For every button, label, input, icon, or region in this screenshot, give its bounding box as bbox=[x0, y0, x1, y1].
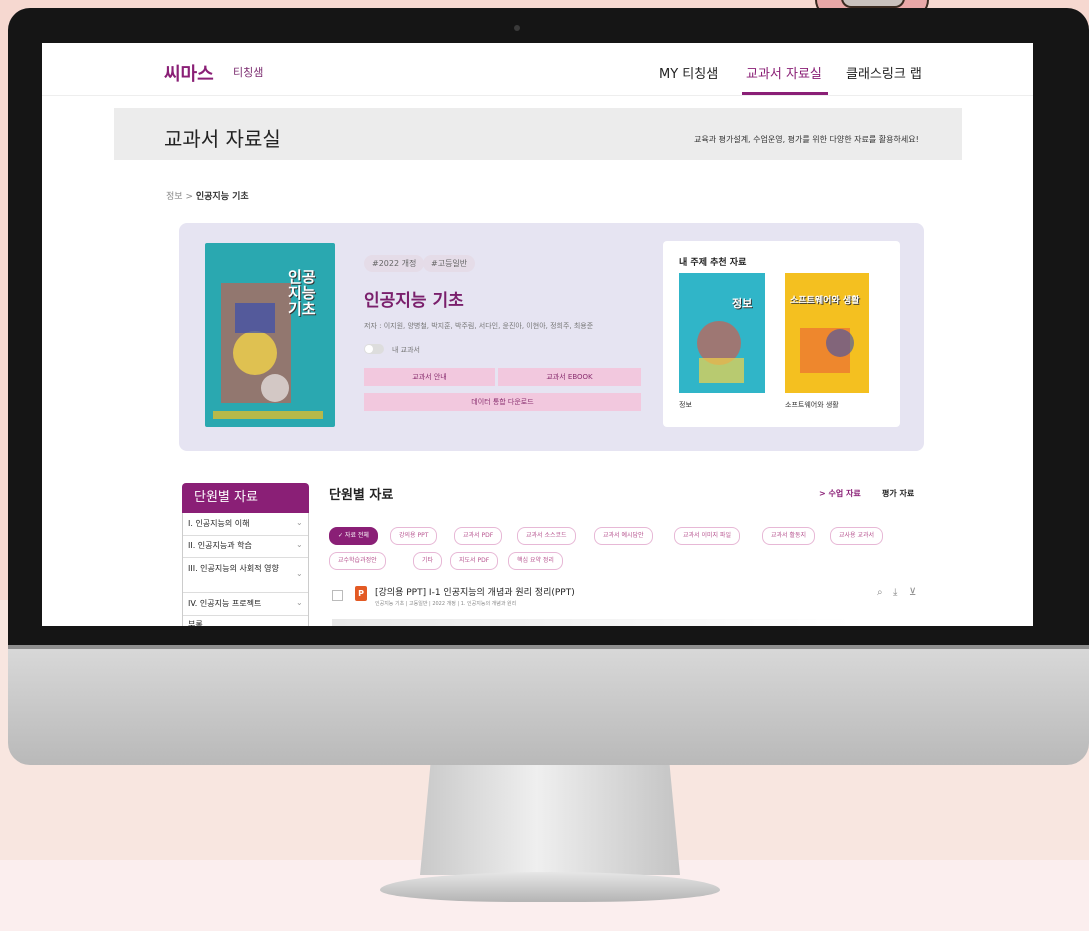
recommend-book-cover[interactable] bbox=[785, 273, 869, 393]
nav-textbook-library[interactable]: 교과서 자료실 bbox=[746, 63, 822, 82]
recommend-book-label[interactable]: 정보 bbox=[679, 400, 692, 410]
assessment-materials-link[interactable]: 평가 자료 bbox=[882, 488, 914, 499]
sidebar-item-unit-4[interactable]: IV. 인공지능 프로젝트 bbox=[188, 598, 303, 609]
recommend-book-title: 정보 bbox=[732, 297, 753, 310]
sidebar-divider bbox=[183, 535, 308, 536]
book-cover-title: 인공지능 기초 bbox=[288, 268, 316, 318]
filter-other[interactable]: 기타 bbox=[413, 552, 443, 570]
nav-my-teachingsam[interactable]: MY 티칭샘 bbox=[659, 63, 718, 82]
magnifier-icon[interactable]: ⌕ bbox=[877, 587, 883, 598]
sidebar-item-unit-2[interactable]: II. 인공지능과 학습 bbox=[188, 540, 303, 551]
my-textbook-label: 내 교과서 bbox=[392, 346, 420, 354]
material-meta: 인공지능 기초 | 고등일반 | 2022 개정 | 1. 인공지능의 개념과 … bbox=[375, 601, 517, 607]
class-materials-link[interactable]: > 수업 자료 bbox=[819, 488, 861, 499]
filter-all[interactable]: ✓ 자료 전체 bbox=[329, 527, 378, 545]
filter-source-code[interactable]: 교과서 소스코드 bbox=[517, 527, 576, 545]
filter-summary[interactable]: 핵심 요약 정리 bbox=[508, 552, 563, 570]
ppt-file-icon: P bbox=[355, 586, 367, 601]
chevron-down-icon[interactable]: ⌄ bbox=[296, 540, 303, 549]
camera-dot bbox=[514, 25, 520, 31]
chevron-down-icon[interactable]: ⌄ bbox=[296, 518, 303, 527]
textbook-guide-button[interactable]: 교과서 안내 bbox=[364, 368, 495, 386]
my-textbook-toggle[interactable] bbox=[364, 344, 384, 354]
sidebar-divider bbox=[183, 592, 308, 593]
textbook-ebook-button[interactable]: 교과서 EBOOK bbox=[498, 368, 641, 386]
filter-textbook-pdf[interactable]: 교과서 PDF bbox=[454, 527, 503, 545]
book-name: 인공지능 기초 bbox=[364, 291, 464, 311]
nav-active-underline bbox=[742, 92, 828, 95]
sidebar-item-appendix[interactable]: 부록 bbox=[188, 619, 303, 626]
sidebar-divider bbox=[183, 615, 308, 616]
page-description: 교육과 평가설계, 수업운영, 평가를 위한 다양한 자료를 활용하세요! bbox=[694, 135, 919, 144]
book-authors: 저자 : 이지원, 양병철, 박지훈, 박주림, 서다인, 윤진아, 이현아, … bbox=[364, 322, 594, 330]
material-title[interactable]: [강의용 PPT] Ⅰ-1 인공지능의 개념과 원리 정리(PPT) bbox=[375, 585, 575, 598]
book-tag: #2022 개정 bbox=[364, 255, 425, 272]
recommend-book-illustration bbox=[697, 321, 744, 383]
chevron-down-icon[interactable]: ⌄ bbox=[296, 569, 303, 578]
sidebar-item-unit-1[interactable]: I. 인공지능의 이해 bbox=[188, 518, 303, 529]
monitor-chin bbox=[8, 645, 1089, 765]
breadcrumb-parent[interactable]: 정보 bbox=[166, 192, 183, 202]
sidebar-divider bbox=[183, 557, 308, 558]
filter-ppt[interactable]: 강의용 PPT bbox=[390, 527, 438, 545]
next-row-faded bbox=[332, 619, 852, 626]
sidebar-item-unit-3[interactable]: III. 인공지능의 사회적 영향 bbox=[188, 562, 288, 575]
item-checkbox[interactable] bbox=[332, 590, 343, 601]
monitor-base bbox=[380, 872, 720, 902]
chevron-down-icon[interactable]: ⌄ bbox=[296, 598, 303, 607]
recommend-book-title: 소프트웨어와 생활 bbox=[790, 296, 860, 306]
download-icon[interactable]: ⤓ bbox=[893, 587, 897, 598]
filter-lesson-plan[interactable]: 교수학습과정안 bbox=[329, 552, 386, 570]
filter-sample-answers[interactable]: 교과서 예시답안 bbox=[594, 527, 653, 545]
page-title: 교과서 자료실 bbox=[164, 127, 281, 151]
recommend-title: 내 주제 추천 자료 bbox=[679, 258, 747, 268]
screen: 씨마스 티칭샘 MY 티칭샘 교과서 자료실 클래스링크 랩 교과서 자료실 교… bbox=[42, 43, 1033, 626]
nav-classlink-lab[interactable]: 클래스링크 랩 bbox=[846, 63, 922, 82]
book-tag: #고등일반 bbox=[423, 255, 476, 272]
breadcrumb-separator: > bbox=[185, 192, 193, 202]
filter-guide-pdf[interactable]: 지도서 PDF bbox=[450, 552, 499, 570]
filter-teacher-textbook[interactable]: 교사용 교과서 bbox=[830, 527, 884, 545]
section-title: 단원별 자료 bbox=[329, 488, 394, 503]
pin-icon[interactable]: ⊻ bbox=[909, 587, 916, 598]
recommend-book-illustration bbox=[800, 328, 854, 373]
data-download-button[interactable]: 데이터 통합 다운로드 bbox=[364, 393, 641, 411]
breadcrumb-current: 인공지능 기초 bbox=[195, 192, 249, 202]
recommend-book-label[interactable]: 소프트웨어와 생활 bbox=[785, 400, 839, 410]
recommend-book-cover[interactable] bbox=[679, 273, 765, 393]
sidebar-title: 단원별 자료 bbox=[182, 483, 309, 513]
monitor-stand bbox=[420, 765, 680, 875]
site-logo[interactable]: 씨마스 bbox=[164, 60, 214, 86]
breadcrumb: 정보 > 인공지능 기초 bbox=[166, 189, 249, 202]
filter-worksheets[interactable]: 교과서 활동지 bbox=[762, 527, 816, 545]
filter-image-files[interactable]: 교과서 이미지 파일 bbox=[674, 527, 740, 545]
site-logo-sub: 티칭샘 bbox=[233, 66, 264, 79]
